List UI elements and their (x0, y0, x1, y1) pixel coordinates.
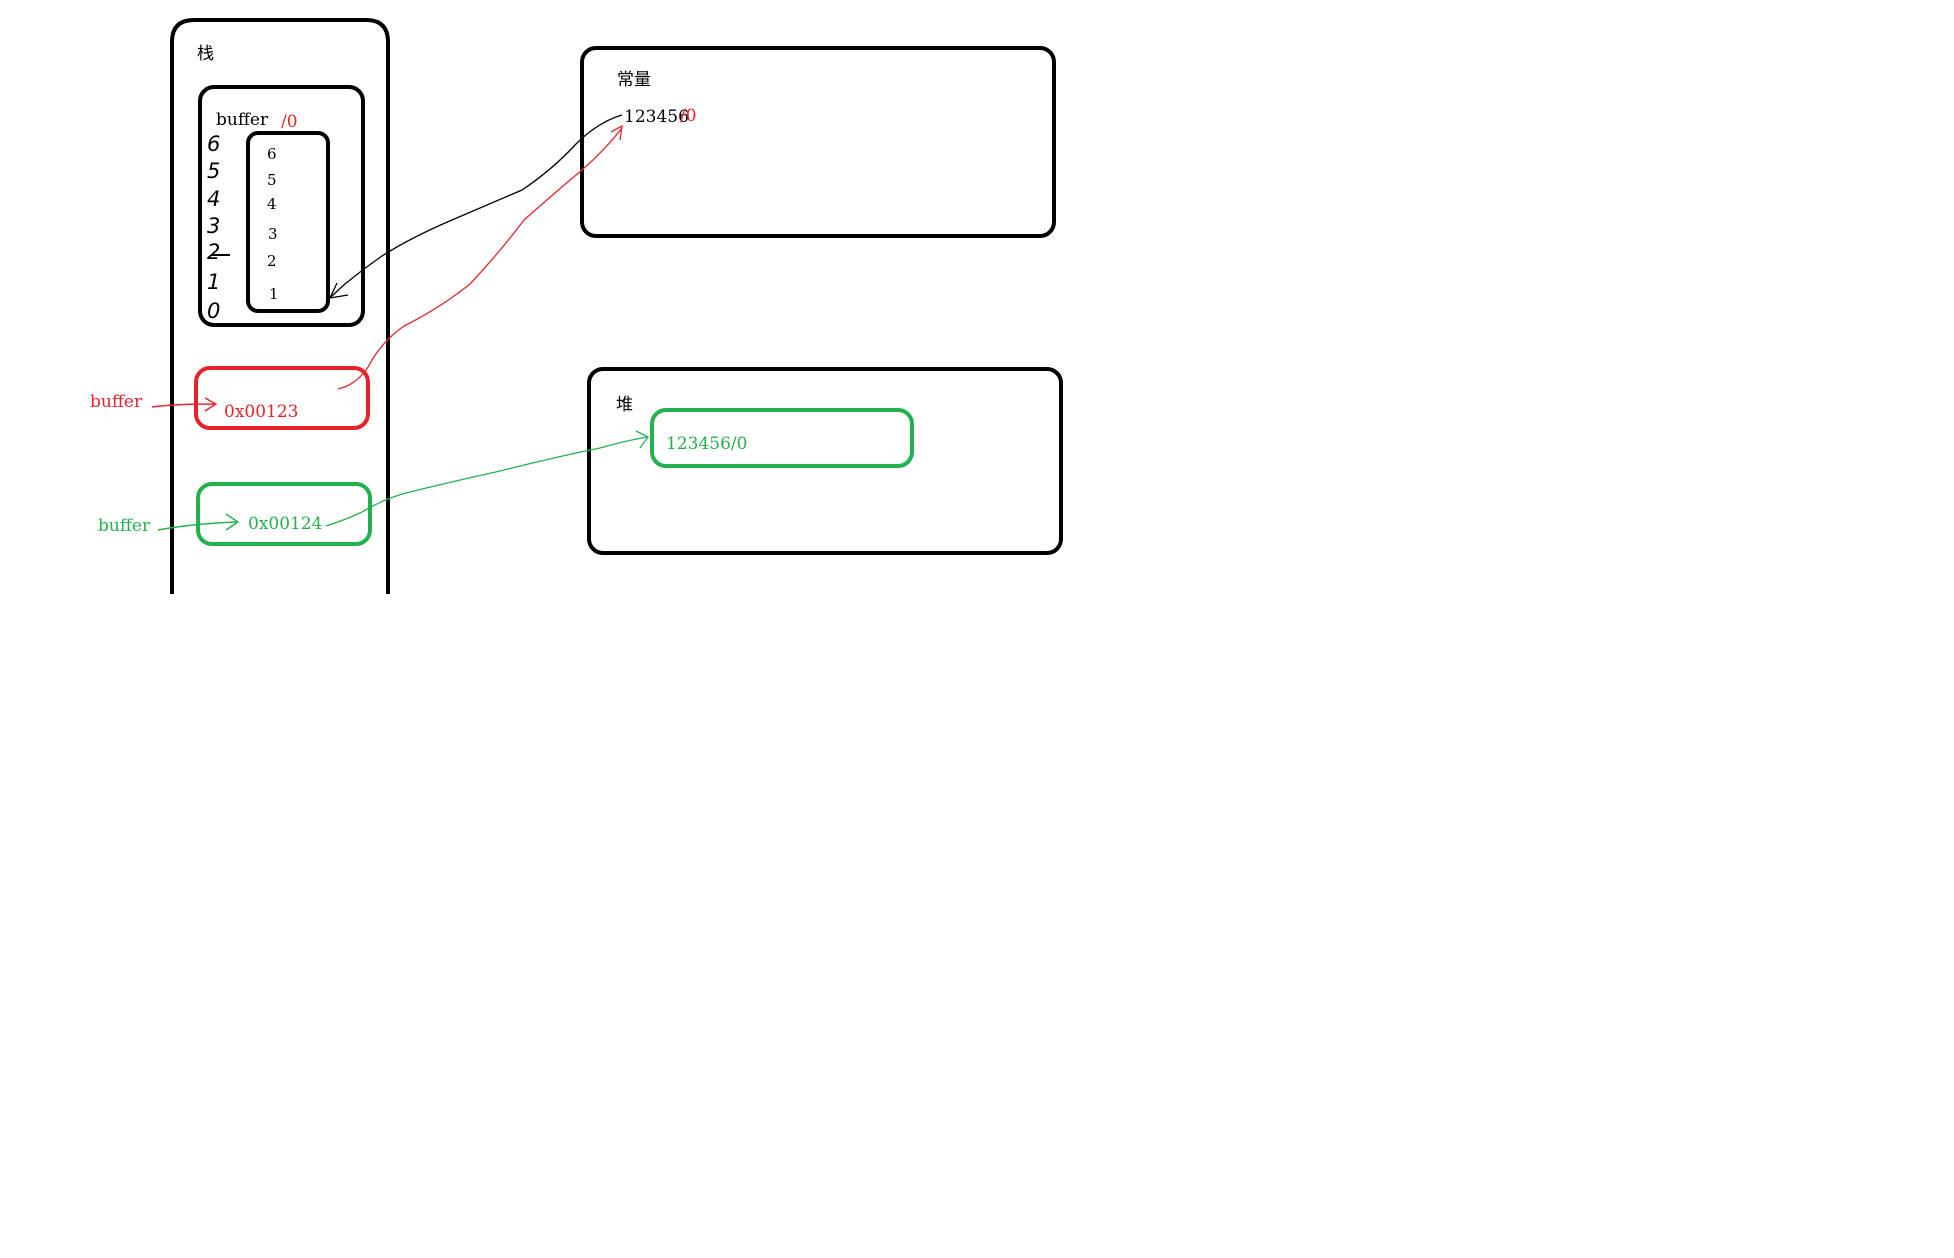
index-digits: 6 5 4 3 2 1 0 (207, 132, 220, 323)
index-digit: 5 (207, 159, 220, 183)
buffer-cells-box (246, 131, 330, 313)
buffer-cell: 3 (268, 225, 278, 243)
red-pointer-label: buffer (90, 392, 143, 412)
red-label-arrow (151, 397, 218, 412)
buffer-cells: 6 5 4 3 2 1 (267, 145, 279, 303)
green-pointer-label: buffer (98, 516, 151, 536)
index-digit: 6 (207, 132, 220, 156)
memory-diagram: 栈 buffer /0 6 5 4 3 2 1 0 6 5 4 3 2 1 0x… (90, 18, 1063, 594)
index-digit: 2 (207, 240, 220, 264)
buffer-cell: 4 (267, 195, 277, 213)
index-digit: 0 (207, 299, 220, 323)
red-pointer-address: 0x00123 (224, 402, 298, 422)
buffer-array-terminator: /0 (281, 112, 298, 132)
index-digit: 1 (207, 270, 220, 294)
constants-region (580, 46, 1056, 238)
black-copy-arrow (329, 114, 623, 299)
buffer-cell: 6 (267, 145, 277, 163)
buffer-cell: 2 (267, 252, 277, 270)
heap-region (587, 367, 1063, 555)
index-digit: 4 (207, 187, 220, 211)
constants-title: 常量 (617, 70, 651, 90)
stack-title: 栈 (197, 44, 214, 64)
buffer-array-label: buffer (216, 110, 269, 130)
green-pointer-address: 0x00124 (248, 514, 322, 534)
heap-value: 123456/0 (666, 434, 747, 454)
stack-region (170, 18, 390, 594)
buffer-cell: 5 (267, 171, 277, 189)
buffer-cell: 1 (269, 285, 279, 303)
index-digit: 3 (207, 214, 220, 238)
constants-terminator: /0 (680, 106, 697, 126)
heap-title: 堆 (616, 395, 633, 415)
green-pointer-arrow (325, 430, 649, 527)
